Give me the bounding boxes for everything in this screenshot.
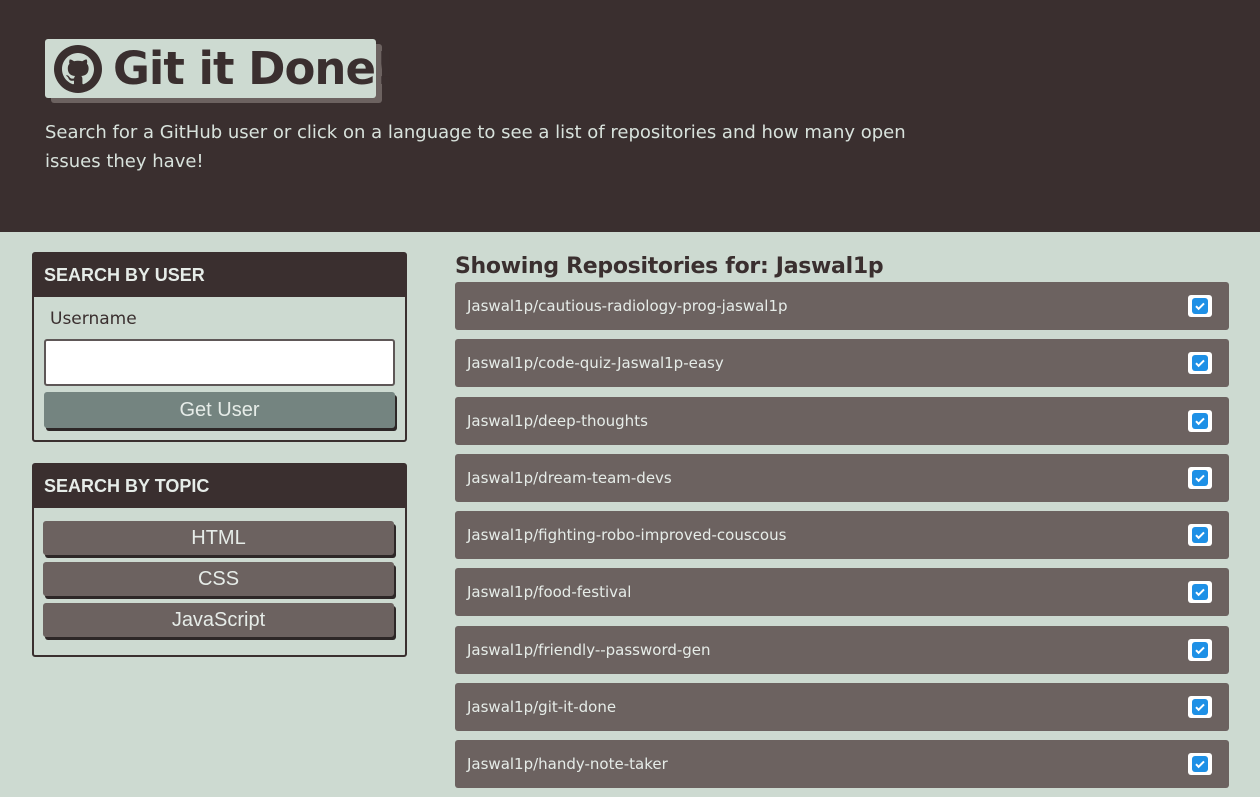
repo-item[interactable]: Jaswal1p/git-it-done xyxy=(455,682,1229,731)
github-icon xyxy=(53,44,103,94)
user-search-header: SEARCH BY USER xyxy=(34,254,405,297)
user-search-card: SEARCH BY USER Username Get User xyxy=(32,252,407,442)
checkmark-icon xyxy=(1188,524,1212,546)
checkmark-icon xyxy=(1188,753,1212,775)
checkmark-icon xyxy=(1188,409,1212,432)
repo-name: Jaswal1p/cautious-radiology-prog-jaswal1… xyxy=(467,297,788,315)
repo-name: Jaswal1p/code-quiz-Jaswal1p-easy xyxy=(467,354,724,373)
topic-search-card: SEARCH BY TOPIC HTML CSS JavaScript xyxy=(32,463,407,657)
username-input[interactable] xyxy=(44,339,395,386)
logo-badge: Git it Done! xyxy=(45,39,395,98)
repo-name: Jaswal1p/fighting-robo-improved-couscous xyxy=(467,526,787,544)
repo-name: Jaswal1p/friendly--password-gen xyxy=(467,640,711,659)
checkmark-icon xyxy=(1188,466,1212,489)
repo-item[interactable]: Jaswal1p/deep-thoughts xyxy=(455,396,1229,445)
checkmark-icon xyxy=(1188,581,1212,604)
repos-heading: Showing Repositories for: Jaswal1p xyxy=(455,254,884,279)
hero-header: Git it Done! Search for a GitHub user or… xyxy=(0,0,1260,232)
repo-item[interactable]: Jaswal1p/friendly--password-gen xyxy=(455,625,1229,674)
repo-item[interactable]: Jaswal1p/fighting-robo-improved-couscous xyxy=(455,511,1229,559)
topic-html-button[interactable]: HTML xyxy=(43,521,394,555)
repo-name: Jaswal1p/dream-team-devs xyxy=(467,468,672,487)
checkmark-icon xyxy=(1188,295,1212,317)
repo-item[interactable]: Jaswal1p/code-quiz-Jaswal1p-easy xyxy=(455,339,1229,388)
repo-name: Jaswal1p/handy-note-taker xyxy=(467,755,668,773)
topic-search-header: SEARCH BY TOPIC xyxy=(34,465,405,508)
checkmark-icon xyxy=(1188,638,1212,661)
repo-item[interactable]: Jaswal1p/cautious-radiology-prog-jaswal1… xyxy=(455,282,1229,330)
repo-item[interactable]: Jaswal1p/dream-team-devs xyxy=(455,453,1229,502)
checkmark-icon xyxy=(1188,352,1212,375)
checkmark-icon xyxy=(1188,695,1212,718)
username-label: Username xyxy=(50,309,137,329)
app-subtitle: Search for a GitHub user or click on a l… xyxy=(45,122,906,172)
topic-javascript-button[interactable]: JavaScript xyxy=(43,603,394,637)
app-title: Git it Done! xyxy=(113,42,395,95)
repo-name: Jaswal1p/food-festival xyxy=(467,583,632,602)
repo-item[interactable]: Jaswal1p/food-festival xyxy=(455,568,1229,617)
get-user-button[interactable]: Get User xyxy=(44,392,395,428)
repo-item[interactable]: Jaswal1p/handy-note-taker xyxy=(455,740,1229,788)
repo-name: Jaswal1p/git-it-done xyxy=(467,697,617,716)
topic-css-button[interactable]: CSS xyxy=(43,562,394,596)
repo-list: Jaswal1p/cautious-radiology-prog-jaswal1… xyxy=(455,282,1229,797)
repo-name: Jaswal1p/deep-thoughts xyxy=(467,411,648,430)
